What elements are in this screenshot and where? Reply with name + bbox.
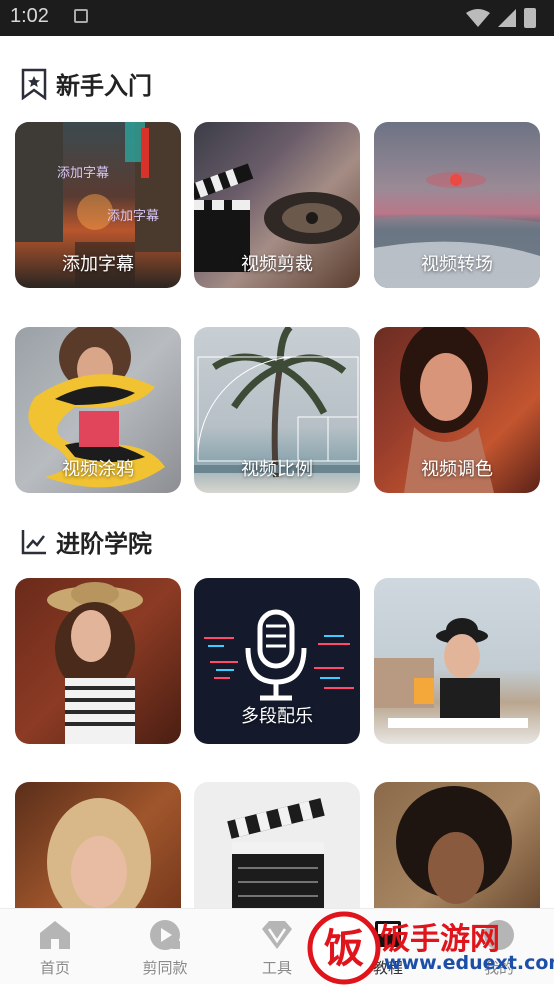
diamond-icon [262, 921, 292, 949]
home-icon [40, 921, 70, 949]
tutorial-tile-advanced-3[interactable] [374, 578, 540, 744]
status-time: 1:02 [10, 5, 49, 27]
watermark-logo-icon: 饭 [307, 911, 381, 985]
hat-portrait-image [47, 582, 143, 744]
tutorial-tile-transition[interactable]: 视频转场 [374, 122, 540, 288]
tutorial-tile-multi-music[interactable]: 多段配乐 [194, 578, 360, 744]
cafe-portrait-image [374, 618, 528, 728]
tutorial-tile-color-grading[interactable]: 视频调色 [374, 327, 540, 493]
tile-label: 多段配乐 [241, 706, 313, 727]
nav-item-template[interactable]: 剪同款 [110, 909, 220, 985]
watermark-url: www.eduext.com [384, 952, 554, 974]
tutorial-tile-doodle[interactable]: 视频涂鸦 [15, 327, 181, 493]
tile-label: 视频转场 [421, 254, 493, 275]
tutorial-tile-add-subtitle[interactable]: 添加字幕 添加字幕 添加字幕 [15, 122, 181, 288]
section-title: 新手入门 [56, 72, 152, 100]
section-title: 进阶学院 [56, 530, 152, 558]
subtitle-overlay-text: 添加字幕 [107, 209, 160, 224]
bookmark-star-icon [21, 68, 47, 100]
tutorial-tile-advanced-1[interactable] [15, 578, 181, 744]
signal-icon [498, 9, 516, 27]
tile-label: 添加字幕 [62, 254, 134, 275]
trend-chart-icon [21, 529, 46, 554]
tile-label: 视频涂鸦 [62, 459, 134, 480]
nav-label: 剪同款 [142, 959, 188, 977]
notification-icon [74, 9, 88, 23]
tile-label: 视频比例 [241, 459, 313, 480]
play-circle-icon [150, 920, 180, 950]
section-header-advanced: 进阶学院 [20, 524, 152, 559]
wifi-icon [466, 9, 490, 27]
tutorial-tile-aspect-ratio[interactable]: 视频比例 [194, 327, 360, 493]
nav-item-home[interactable]: 首页 [0, 909, 110, 985]
battery-icon [524, 8, 536, 28]
watermark: 饭 饭手游网 www.eduext.com [300, 908, 554, 985]
nav-label: 首页 [39, 959, 70, 977]
tutorial-tile-video-crop[interactable]: 视频剪裁 [194, 122, 360, 288]
tile-label: 视频调色 [421, 459, 493, 480]
section-header-beginner: 新手入门 [20, 66, 152, 101]
watermark-brand: 饭 [324, 926, 364, 972]
status-bar: 1:02 [0, 0, 554, 36]
tile-label: 视频剪裁 [241, 254, 313, 275]
subtitle-overlay-text: 添加字幕 [57, 166, 110, 181]
